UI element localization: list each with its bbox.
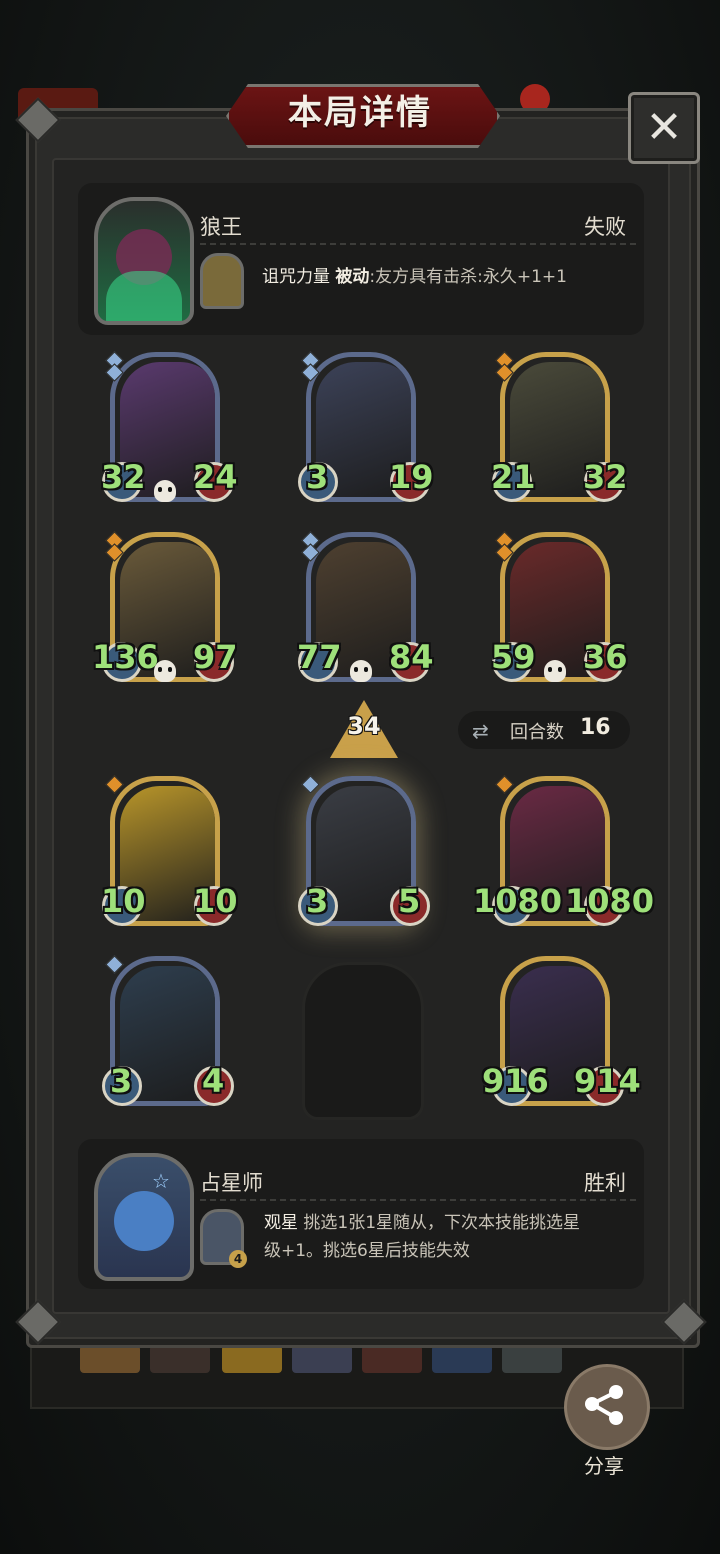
skull-icon — [154, 660, 176, 682]
health-value: 97 — [193, 638, 238, 676]
health-value: 10 — [193, 882, 238, 920]
skill-badge: 4 — [229, 1250, 247, 1268]
share-icon — [585, 1385, 623, 1425]
minion-card[interactable]: 34 — [102, 955, 234, 1106]
background-thumb — [432, 1345, 492, 1373]
health-value: 19 — [389, 458, 434, 496]
health-value: 1080 — [565, 882, 655, 920]
attack-value: 3 — [306, 882, 329, 920]
close-icon: ✕ — [645, 102, 683, 153]
background-thumb — [80, 1345, 140, 1373]
dialog-title: 本局详情 — [288, 93, 432, 133]
attack-value: 77 — [297, 638, 342, 676]
minion-card[interactable]: 3 19 — [298, 351, 434, 502]
empty-card-slot — [302, 962, 424, 1120]
minion-card[interactable]: 10 10 — [101, 775, 238, 926]
health-value: 914 — [574, 1062, 641, 1100]
wolf-howl-skill-icon — [200, 253, 244, 309]
background-thumb — [502, 1345, 562, 1373]
player-portrait: ☆ — [94, 1153, 194, 1281]
opponent-result: 失败 — [584, 215, 626, 239]
background-thumb — [292, 1345, 352, 1373]
dialog-title-banner: 本局详情 — [226, 84, 500, 148]
divider — [200, 243, 636, 245]
health-value: 32 — [583, 458, 628, 496]
minion-card[interactable]: 21 32 — [491, 351, 628, 502]
opponent-name: 狼王 — [200, 215, 242, 239]
attack-value: 32 — [101, 458, 146, 496]
minion-card[interactable]: 59 36 — [491, 531, 628, 682]
attack-value: 3 — [306, 458, 329, 496]
opponent-portrait — [94, 197, 194, 325]
attack-value: 59 — [491, 638, 536, 676]
round-counter-value: 16 — [580, 715, 611, 740]
attack-value: 1080 — [473, 882, 563, 920]
minion-card[interactable]: 35 — [298, 775, 430, 926]
background-thumb — [222, 1345, 282, 1373]
background-thumb — [362, 1345, 422, 1373]
damage-badge: 34 — [330, 700, 398, 758]
minion-card[interactable]: 136 97 — [92, 531, 238, 682]
attack-value: 21 — [491, 458, 536, 496]
minion-card[interactable]: 1080 1080 — [473, 775, 654, 926]
skull-icon — [544, 660, 566, 682]
skull-icon — [350, 660, 372, 682]
round-counter: ⇄ 回合数 16 — [458, 711, 630, 749]
round-counter-label: 回合数 — [510, 722, 564, 743]
attack-value: 136 — [92, 638, 159, 676]
player-name: 占星师 — [200, 1171, 263, 1195]
health-value: 4 — [202, 1062, 225, 1100]
attack-value: 3 — [110, 1062, 133, 1100]
health-value: 84 — [389, 638, 434, 676]
player-result: 胜利 — [584, 1171, 626, 1195]
stargazing-skill-icon: 4 — [200, 1209, 247, 1268]
close-button[interactable]: ✕ — [628, 92, 700, 164]
minion-card[interactable]: 916 914 — [482, 956, 641, 1106]
player-info-panel: ☆ 占星师 胜利 4 观星 挑选1张1星随从，下次本技能挑选星 级+1。挑选6星后… — [78, 1139, 644, 1289]
damage-value: 34 — [347, 712, 381, 740]
attack-value: 916 — [482, 1062, 549, 1100]
divider — [200, 1199, 636, 1201]
health-value: 36 — [583, 638, 628, 676]
share-button[interactable] — [564, 1364, 650, 1450]
minion-card[interactable]: 77 84 — [297, 531, 434, 682]
minion-card[interactable]: 32 24 — [101, 351, 238, 502]
swap-rounds-icon: ⇄ — [472, 719, 489, 743]
health-value: 24 — [193, 458, 238, 496]
player-skill-description: 观星 挑选1张1星随从，下次本技能挑选星 级+1。挑选6星后技能失效 — [264, 1213, 581, 1261]
health-value: 5 — [398, 882, 421, 920]
opponent-skill-description: 诅咒力量 被动:友方具有击杀:永久+1+1 — [262, 267, 567, 287]
opponent-info-panel: 狼王 失败 诅咒力量 被动:友方具有击杀:永久+1+1 — [78, 183, 644, 335]
background-thumb — [150, 1345, 210, 1373]
attack-value: 10 — [101, 882, 146, 920]
share-label: 分享 — [584, 1454, 624, 1478]
skull-icon — [154, 480, 176, 502]
